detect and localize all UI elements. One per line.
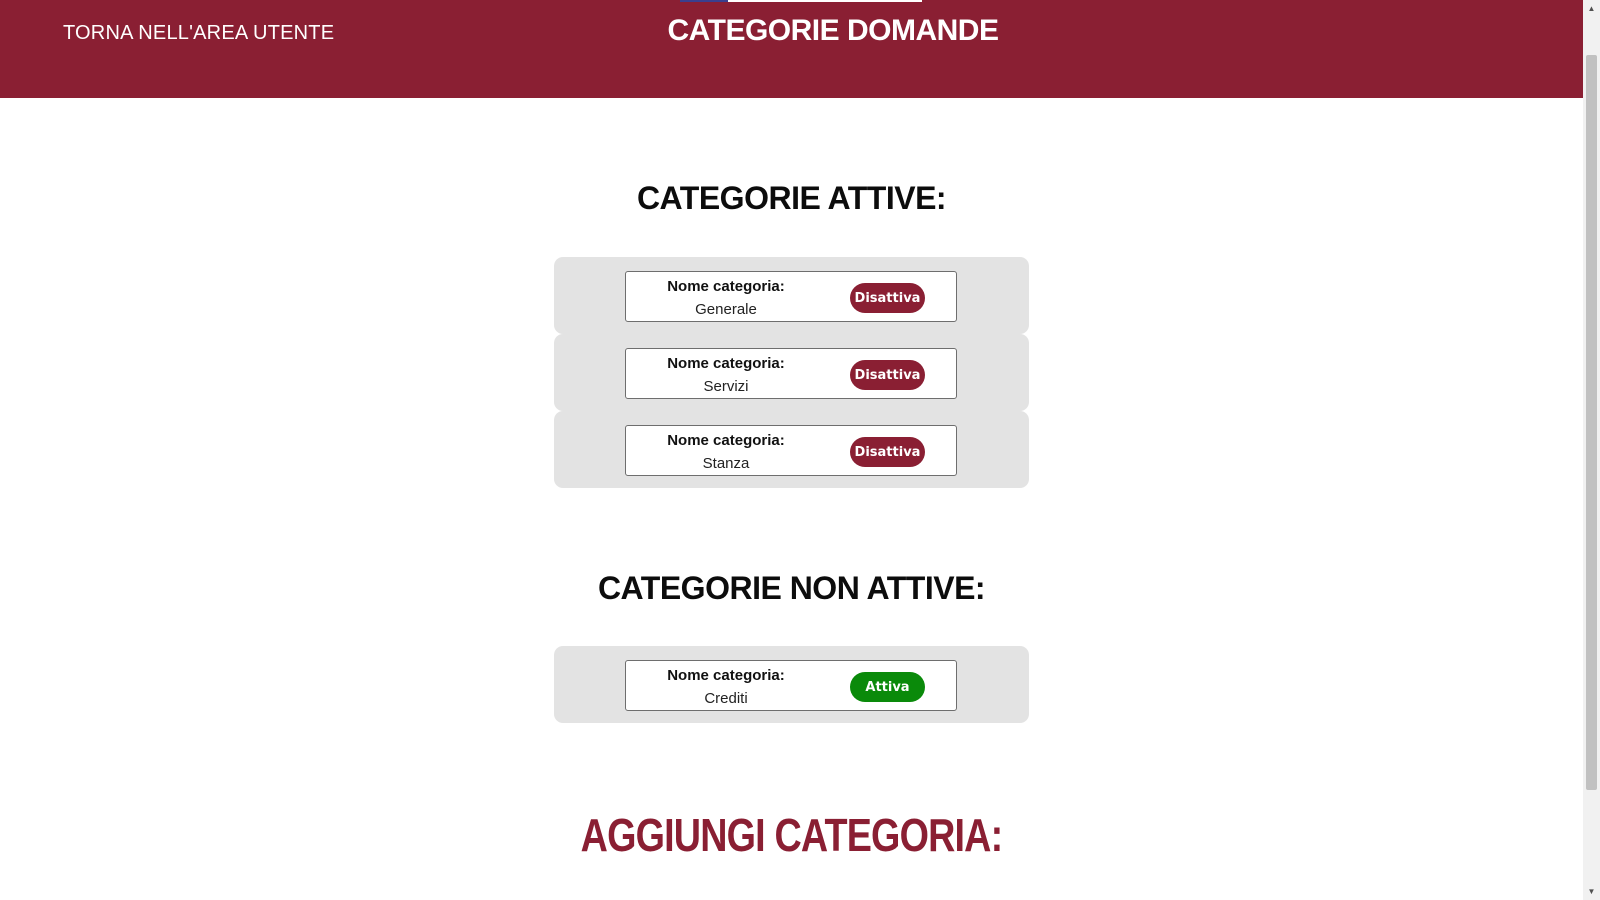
add-category-title: AGGIUNGI CATEGORIA: xyxy=(580,809,1004,861)
header-top-strip-accent xyxy=(680,0,728,2)
active-categories-title: CATEGORIE ATTIVE: xyxy=(636,180,947,216)
deactivate-button[interactable]: Disattiva xyxy=(850,283,925,313)
category-name-value: Crediti xyxy=(704,690,748,707)
category-card: Nome categoria: Stanza Disattiva xyxy=(625,425,957,476)
category-name-label: Nome categoria: xyxy=(667,278,785,295)
category-card: Nome categoria: Servizi Disattiva xyxy=(625,348,957,399)
deactivate-button[interactable]: Disattiva xyxy=(850,360,925,390)
vertical-scrollbar[interactable]: ▲ ▼ xyxy=(1583,0,1600,900)
inactive-categories-title: CATEGORIE NON ATTIVE: xyxy=(597,570,986,606)
category-card: Nome categoria: Generale Disattiva xyxy=(625,271,957,322)
triangle-down-icon[interactable]: ▼ xyxy=(1583,883,1600,900)
category-name-label: Nome categoria: xyxy=(667,355,785,372)
page-header: TORNA NELL'AREA UTENTE CATEGORIE DOMANDE xyxy=(0,0,1583,98)
deactivate-button[interactable]: Disattiva xyxy=(850,437,925,467)
active-category-row: Nome categoria: Servizi Disattiva xyxy=(554,334,1029,411)
active-category-row: Nome categoria: Stanza Disattiva xyxy=(554,411,1029,488)
triangle-up-icon[interactable]: ▲ xyxy=(1583,0,1600,17)
category-name-label: Nome categoria: xyxy=(667,667,785,684)
inactive-category-row: Nome categoria: Crediti Attiva xyxy=(554,646,1029,723)
category-name-value: Generale xyxy=(695,301,757,318)
category-name-label: Nome categoria: xyxy=(667,432,785,449)
category-name-value: Stanza xyxy=(702,455,750,472)
activate-button[interactable]: Attiva xyxy=(850,672,925,702)
scrollbar-thumb[interactable] xyxy=(1586,55,1597,790)
active-category-row: Nome categoria: Generale Disattiva xyxy=(554,257,1029,334)
category-card: Nome categoria: Crediti Attiva xyxy=(625,660,957,711)
category-name-value: Servizi xyxy=(703,378,749,395)
page-title: CATEGORIE DOMANDE xyxy=(667,14,999,47)
